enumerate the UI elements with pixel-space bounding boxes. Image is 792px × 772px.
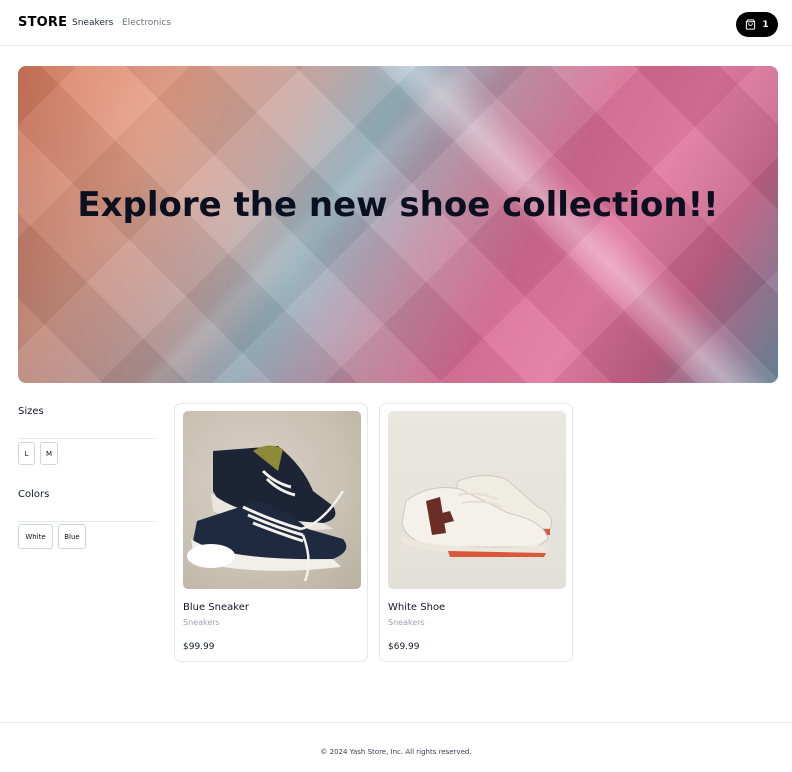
nav-link-sneakers[interactable]: Sneakers [72,18,113,28]
divider [18,438,155,439]
cart-count: 1 [762,19,769,30]
product-image[interactable] [388,411,566,589]
product-card[interactable]: White Shoe Sneakers $69.99 [379,403,573,662]
shopping-bag-icon [746,19,756,30]
hero-banner: Explore the new shoe collection!! [18,66,778,383]
colors-heading: Colors [18,489,50,500]
store-logo[interactable]: STORE [18,15,67,30]
hero-title: Explore the new shoe collection!! [77,185,719,225]
product-category: Sneakers [388,618,425,627]
footer-copyright: © 2024 Yash Store, Inc. All rights reser… [320,748,472,756]
color-filter-blue[interactable]: Blue [58,524,86,549]
color-filter-white[interactable]: White [18,524,53,549]
product-price: $99.99 [183,642,215,652]
navbar: STORE Sneakers Electronics 1 [0,0,792,46]
product-category: Sneakers [183,618,220,627]
nav-link-electronics[interactable]: Electronics [122,18,171,28]
product-name[interactable]: White Shoe [388,602,445,613]
product-image[interactable] [183,411,361,589]
cart-button[interactable]: 1 [736,12,778,37]
sizes-heading: Sizes [18,406,44,417]
product-card[interactable]: Blue Sneaker Sneakers $99.99 [174,403,368,662]
size-filter-l[interactable]: L [18,442,35,465]
product-price: $69.99 [388,642,420,652]
divider [18,521,155,522]
footer: © 2024 Yash Store, Inc. All rights reser… [0,722,792,772]
product-name[interactable]: Blue Sneaker [183,602,249,613]
size-filter-m[interactable]: M [40,442,58,465]
